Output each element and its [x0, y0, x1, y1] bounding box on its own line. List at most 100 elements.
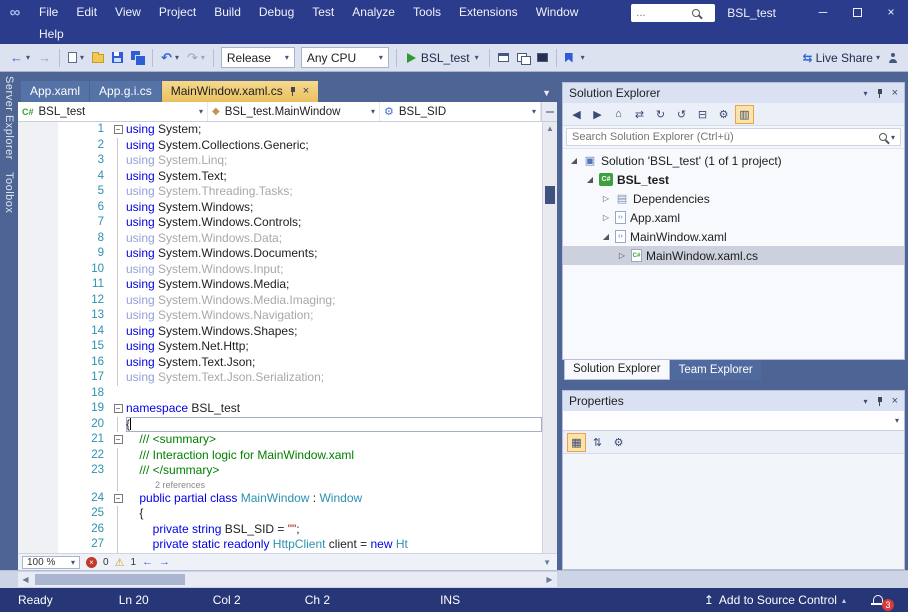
tree-item-mainwindow-xaml-cs[interactable]: ▷MainWindow.xaml.cs	[563, 246, 904, 265]
properties-object-dropdown[interactable]: ▾	[563, 411, 904, 431]
categorized-icon[interactable]: ▦	[567, 433, 586, 452]
collapse-all-icon[interactable]: ⊟	[693, 105, 712, 124]
pin-icon[interactable]	[876, 89, 884, 98]
menu-tools[interactable]: Tools	[404, 0, 450, 25]
expander-expanded-icon[interactable]: ◢	[599, 232, 613, 241]
preview-selected-items-icon[interactable]: ▥	[735, 105, 754, 124]
redo-button[interactable]: ↷▾	[183, 47, 209, 69]
outlining-margin[interactable]: −	[110, 432, 126, 448]
menu-build[interactable]: Build	[205, 0, 250, 25]
scrollbar-split-handle[interactable]	[541, 102, 557, 121]
code-line-26[interactable]: 26 private string BSL_SID = "";	[18, 522, 542, 538]
live-share-button[interactable]: ⇆Live Share▾	[799, 47, 884, 69]
sidebar-item-server-explorer[interactable]: Server Explorer	[3, 76, 15, 160]
line-indicator[interactable]: Ln 20	[119, 593, 149, 607]
minimize-button[interactable]: ─	[806, 0, 840, 25]
indicator-margin[interactable]	[18, 169, 58, 185]
indicator-margin[interactable]	[18, 491, 58, 507]
solution-explorer-titlebar[interactable]: Solution Explorer ▾ ×	[563, 83, 904, 103]
outlining-margin[interactable]	[110, 153, 126, 169]
title-search-input[interactable]	[636, 7, 692, 19]
tab-app-xaml[interactable]: App.xaml	[21, 81, 89, 102]
scrollbar-thumb[interactable]	[35, 574, 185, 585]
tab-team-explorer[interactable]: Team Explorer	[671, 360, 761, 380]
window-menu-icon[interactable]: ▾	[864, 89, 868, 98]
outlining-margin[interactable]	[110, 370, 126, 386]
indicator-margin[interactable]	[18, 370, 58, 386]
navigate-forward-icon[interactable]: ▶	[588, 105, 607, 124]
outlining-margin[interactable]	[110, 448, 126, 464]
home-icon[interactable]: ⌂	[609, 105, 628, 124]
tree-item-dependencies[interactable]: ▷Dependencies	[563, 189, 904, 208]
indicator-margin[interactable]	[18, 262, 58, 278]
outlining-margin[interactable]	[110, 169, 126, 185]
save-all-button[interactable]	[127, 47, 148, 69]
toolbar-options-dropdown[interactable]: ▾	[577, 47, 589, 69]
scrollbar-thumb[interactable]	[545, 186, 555, 204]
save-button[interactable]	[108, 47, 127, 69]
code-line-18[interactable]: 18	[18, 386, 542, 402]
next-issue-icon[interactable]: →	[159, 556, 170, 568]
maximize-button[interactable]	[840, 0, 874, 25]
indicator-margin[interactable]	[18, 184, 58, 200]
column-indicator[interactable]: Col 2	[213, 593, 241, 607]
code-line-20[interactable]: 20{	[18, 417, 542, 433]
outlining-margin[interactable]	[110, 463, 126, 479]
menu-extensions[interactable]: Extensions	[450, 0, 527, 25]
outlining-margin[interactable]	[110, 324, 126, 340]
code-line-11[interactable]: 11using System.Windows.Media;	[18, 277, 542, 293]
menu-view[interactable]: View	[106, 0, 150, 25]
menu-edit[interactable]: Edit	[67, 0, 106, 25]
console-window-button[interactable]	[533, 47, 552, 69]
code-line-3[interactable]: 3using System.Linq;	[18, 153, 542, 169]
properties-titlebar[interactable]: Properties ▾ ×	[563, 391, 904, 411]
scroll-up-icon[interactable]: ▲	[543, 124, 557, 133]
tree-item-mainwindow-xaml[interactable]: ◢MainWindow.xaml	[563, 227, 904, 246]
outlining-margin[interactable]	[110, 200, 126, 216]
undo-button[interactable]: ↶▾	[157, 47, 183, 69]
indicator-margin[interactable]	[18, 448, 58, 464]
sidebar-item-toolbox[interactable]: Toolbox	[3, 172, 15, 213]
tab-mainwindow-xaml-cs[interactable]: MainWindow.xaml.cs×	[162, 81, 318, 102]
code-line-10[interactable]: 10using System.Windows.Input;	[18, 262, 542, 278]
code-line-25[interactable]: 25 {	[18, 506, 542, 522]
outlining-margin[interactable]: −	[110, 491, 126, 507]
sync-with-active-document-icon[interactable]: ↻	[651, 105, 670, 124]
menu-project[interactable]: Project	[150, 0, 205, 25]
outlining-margin[interactable]	[110, 355, 126, 371]
alphabetical-icon[interactable]: ⇅	[588, 433, 607, 452]
expander-collapsed-icon[interactable]: ▷	[615, 251, 629, 260]
property-pages-icon[interactable]: ⚙	[609, 433, 628, 452]
indicator-margin[interactable]	[18, 506, 58, 522]
error-count-icon[interactable]: ×	[86, 557, 97, 568]
code-line-9[interactable]: 9using System.Windows.Documents;	[18, 246, 542, 262]
warning-icon[interactable]: ⚠	[115, 556, 125, 569]
close-button[interactable]: ×	[874, 0, 908, 25]
menu-file[interactable]: File	[30, 0, 67, 25]
outlining-margin[interactable]	[110, 277, 126, 293]
refresh-icon[interactable]: ↺	[672, 105, 691, 124]
code-line-27[interactable]: 27 private static readonly HttpClient cl…	[18, 537, 542, 553]
expander-expanded-icon[interactable]: ◢	[567, 156, 581, 165]
code-line-2[interactable]: 2using System.Collections.Generic;	[18, 138, 542, 154]
insert-mode-indicator[interactable]: INS	[440, 593, 460, 607]
code-line-12[interactable]: 12using System.Windows.Media.Imaging;	[18, 293, 542, 309]
expander-expanded-icon[interactable]: ◢	[583, 175, 597, 184]
code-line-8[interactable]: 8using System.Windows.Data;	[18, 231, 542, 247]
type-dropdown[interactable]: ◆BSL_test.MainWindow▾	[208, 102, 380, 121]
scroll-down-icon[interactable]: ▼	[543, 558, 553, 567]
outlining-margin[interactable]	[110, 417, 126, 433]
indicator-margin[interactable]	[18, 200, 58, 216]
outlining-margin[interactable]	[110, 506, 126, 522]
window-button-1[interactable]	[494, 47, 513, 69]
tree-item-bsl-test[interactable]: ◢BSL_test	[563, 170, 904, 189]
outlining-margin[interactable]	[110, 262, 126, 278]
indicator-margin[interactable]	[18, 401, 58, 417]
indicator-margin[interactable]	[18, 463, 58, 479]
code-line-21[interactable]: 21− /// <summary>	[18, 432, 542, 448]
code-line-7[interactable]: 7using System.Windows.Controls;	[18, 215, 542, 231]
code-line-5[interactable]: 5using System.Threading.Tasks;	[18, 184, 542, 200]
solution-search-box[interactable]: ▾	[566, 128, 901, 146]
menu-debug[interactable]: Debug	[250, 0, 303, 25]
code-editor[interactable]: 1−using System;2using System.Collections…	[18, 122, 557, 553]
